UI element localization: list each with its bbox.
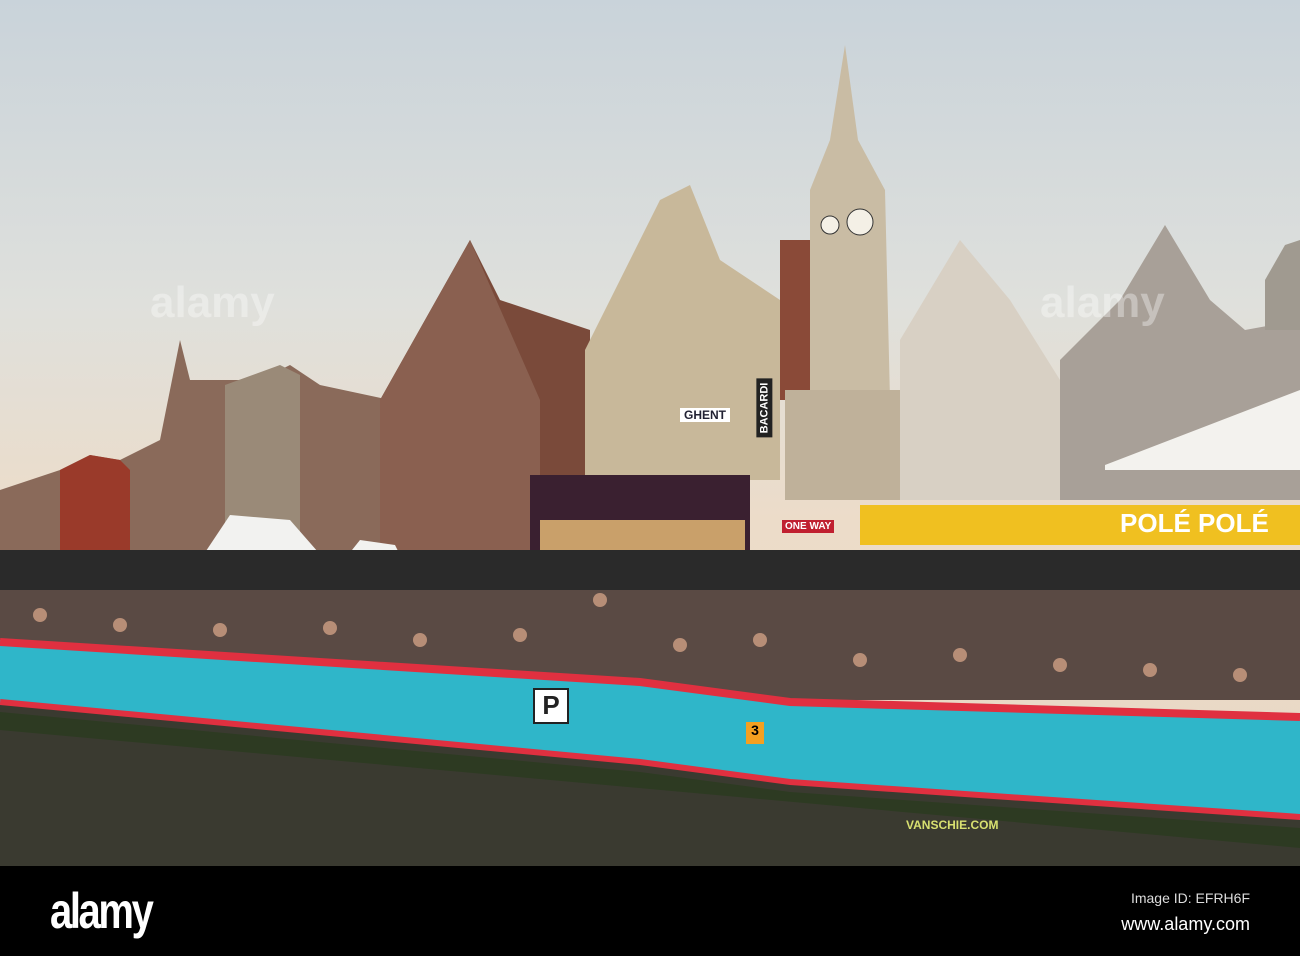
number-sign: 3 <box>746 722 764 744</box>
photo-ghent-festival: BACARDI GHENT ONE WAY POLÉ POLÉ P 3 VANS… <box>0 0 1300 866</box>
scene <box>0 45 1300 866</box>
alamy-logo: alamy <box>50 883 154 939</box>
fence-brand-text: VANSCHIE.COM <box>906 818 999 832</box>
watermark: alamy <box>150 278 275 327</box>
parking-sign: P <box>533 688 569 724</box>
bacardi-flag: BACARDI <box>756 378 773 438</box>
website-link[interactable]: www.alamy.com <box>1121 914 1250 935</box>
watermark: alamy <box>1040 278 1165 327</box>
pole-pole-text: POLÉ POLÉ <box>1120 508 1269 538</box>
footer-bar: alamy Image ID: EFRH6F www.alamy.com <box>0 866 1300 956</box>
image-id: Image ID: EFRH6F <box>1130 890 1250 906</box>
one-way-sign: ONE WAY <box>782 520 835 533</box>
ghent-sign: GHENT <box>680 408 730 422</box>
